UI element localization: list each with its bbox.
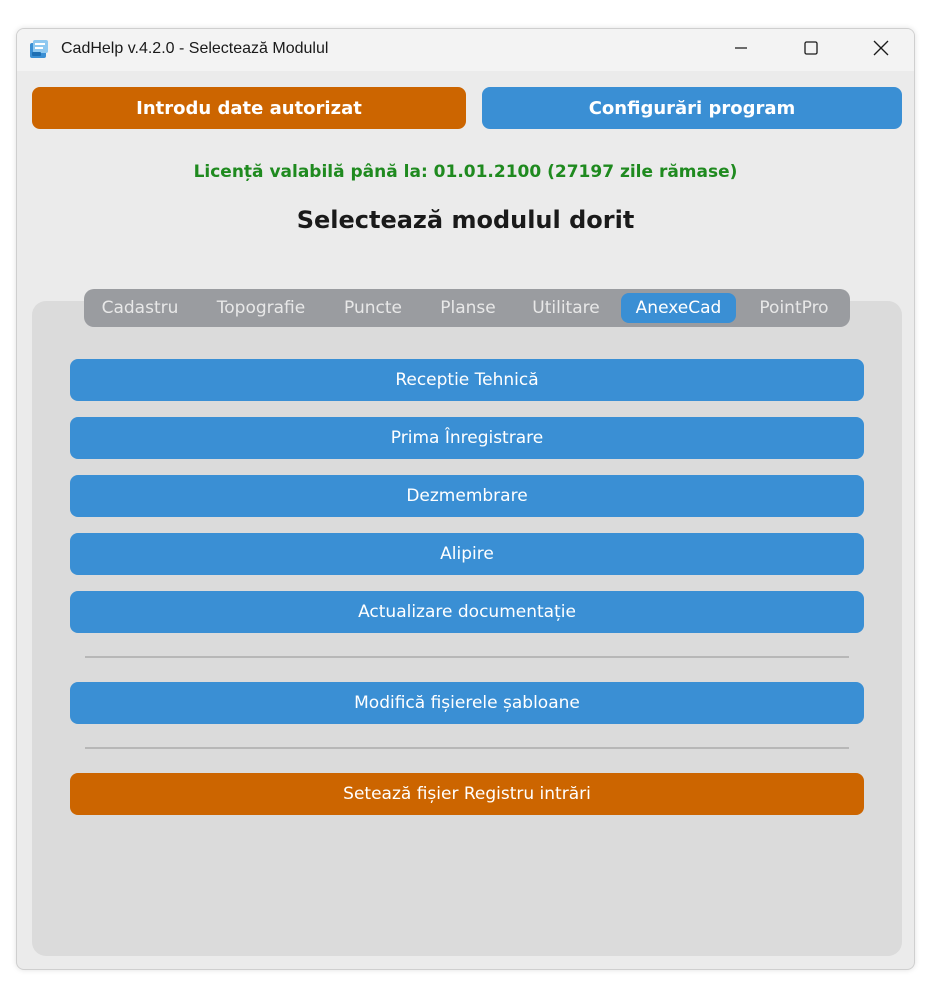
tab-cadastru[interactable]: Cadastru (90, 289, 190, 327)
alipire-button[interactable]: Alipire (70, 533, 864, 575)
page-heading: Selectează modulul dorit (296, 206, 635, 234)
minimize-icon (733, 40, 749, 60)
program-settings-button[interactable]: Configurări program (482, 87, 902, 129)
enter-authorized-data-button[interactable]: Introdu date autorizat (32, 87, 466, 129)
module-tabs: Cadastru Topografie Puncte Planse Utilit… (84, 289, 850, 327)
maximize-button[interactable] (776, 29, 846, 71)
tab-utilitare[interactable]: Utilitare (522, 289, 610, 327)
close-button[interactable] (846, 29, 914, 71)
tab-topografie[interactable]: Topografie (202, 289, 320, 327)
receptie-tehnica-button[interactable]: Receptie Tehnică (70, 359, 864, 401)
window-title: CadHelp v.4.2.0 - Selectează Modulul (61, 40, 329, 57)
modify-templates-button[interactable]: Modifică fișierele șabloane (70, 682, 864, 724)
actualizare-documentatie-button[interactable]: Actualizare documentație (70, 591, 864, 633)
set-registry-file-button[interactable]: Setează fișier Registru intrări (70, 773, 864, 815)
close-icon (872, 39, 890, 61)
dezmembrare-button[interactable]: Dezmembrare (70, 475, 864, 517)
title-bar[interactable]: CadHelp v.4.2.0 - Selectează Modulul (17, 29, 914, 71)
app-window: CadHelp v.4.2.0 - Selectează Modulul Int… (16, 28, 915, 970)
prima-inregistrare-button[interactable]: Prima Înregistrare (70, 417, 864, 459)
tab-puncte[interactable]: Puncte (332, 289, 414, 327)
tab-anexecad[interactable]: AnexeCad (621, 293, 736, 323)
license-status: Licență valabilă până la: 01.01.2100 (27… (193, 162, 738, 182)
tab-planse[interactable]: Planse (426, 289, 510, 327)
cadhelp-app-icon (28, 38, 50, 60)
tab-pointpro[interactable]: PointPro (746, 289, 842, 327)
separator (85, 656, 849, 658)
separator (85, 747, 849, 749)
minimize-button[interactable] (706, 29, 776, 71)
maximize-icon (803, 40, 819, 60)
